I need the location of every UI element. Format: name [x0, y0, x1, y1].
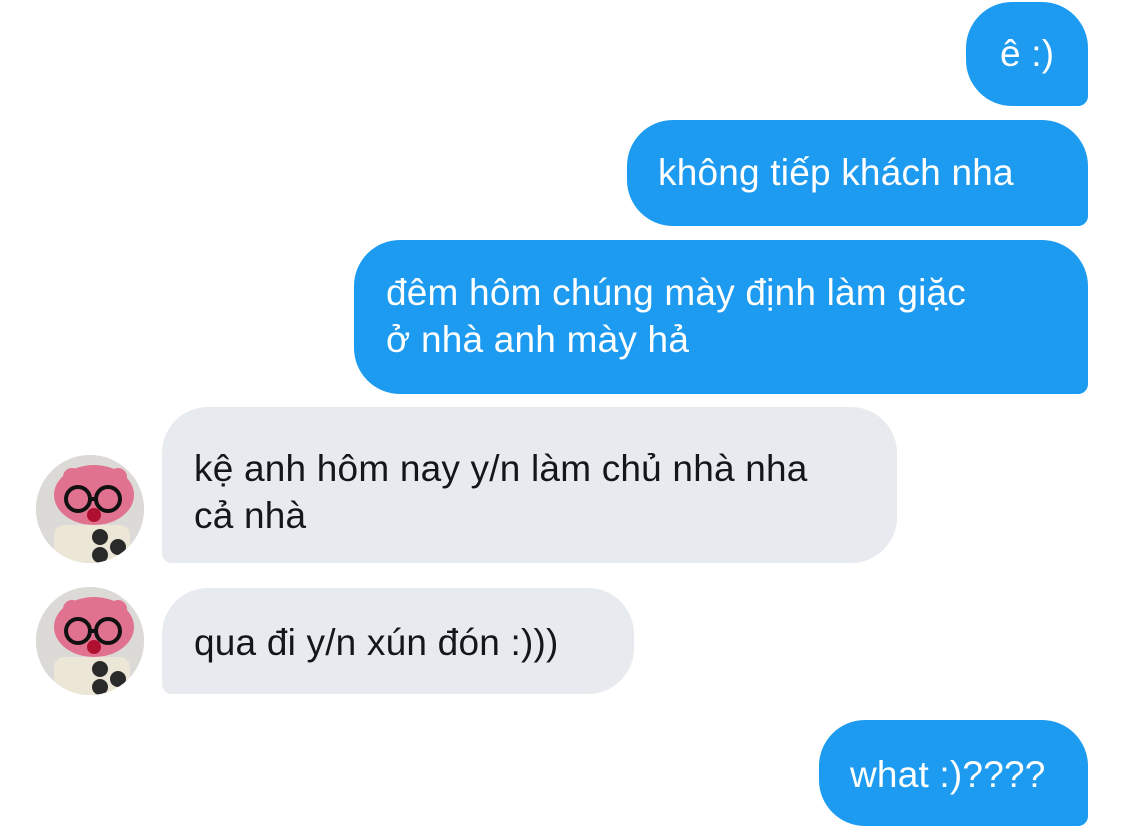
message-bubble-received[interactable]: qua đi y/n xún đón :))) — [162, 588, 634, 694]
contact-avatar[interactable] — [36, 455, 144, 563]
pink-plush-with-glasses-icon — [36, 455, 144, 563]
message-bubble-sent[interactable]: ê :) — [966, 2, 1088, 106]
message-bubble-sent[interactable]: không tiếp khách nha — [627, 120, 1088, 226]
message-bubble-sent[interactable]: đêm hôm chúng mày định làm giặc ở nhà an… — [354, 240, 1088, 394]
contact-avatar[interactable] — [36, 587, 144, 695]
pink-plush-with-glasses-icon — [36, 587, 144, 695]
message-bubble-received[interactable]: kệ anh hôm nay y/n làm chủ nhà nha cả nh… — [162, 407, 897, 563]
conversation-view: ê :) không tiếp khách nha đêm hôm chúng … — [0, 0, 1125, 835]
message-bubble-sent[interactable]: what :)???? — [819, 720, 1088, 826]
